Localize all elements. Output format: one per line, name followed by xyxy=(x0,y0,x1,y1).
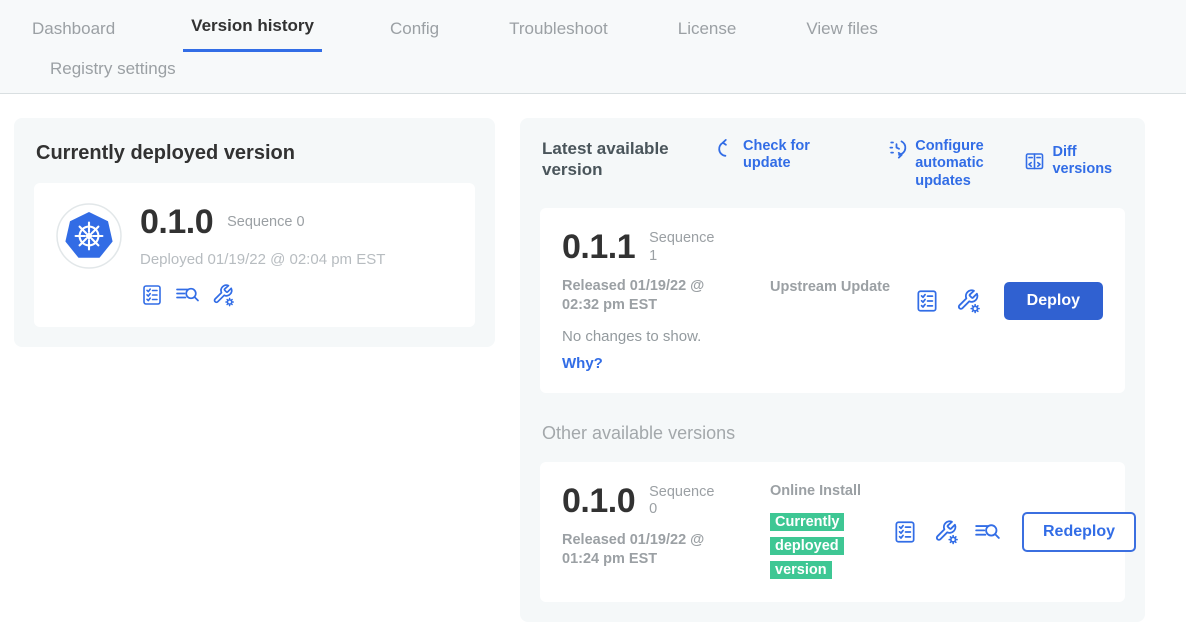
configure-automatic-updates-link[interactable]: Configure automatic updates xyxy=(888,138,1024,190)
why-link[interactable]: Why? xyxy=(562,355,603,372)
latest-version-number: 0.1.1 xyxy=(562,228,635,267)
changes-note: No changes to show. xyxy=(562,328,770,345)
edit-config-icon[interactable] xyxy=(955,288,981,314)
latest-version-row: 0.1.1 Sequence 1 Released 01/19/22 @ 02:… xyxy=(540,208,1125,393)
deployed-sequence-label: Sequence 0 xyxy=(227,214,304,231)
diff-versions-label: Diff versions xyxy=(1052,144,1125,179)
tab-dashboard[interactable]: Dashboard xyxy=(30,19,117,52)
latest-released-timestamp: Released 01/19/22 @ 02:32 pm EST xyxy=(562,277,742,315)
deploy-logs-icon[interactable] xyxy=(175,283,200,307)
diff-icon xyxy=(1024,151,1045,172)
check-for-update-link[interactable]: Check for update xyxy=(716,138,842,173)
other-version-actions: Redeploy xyxy=(892,512,1136,552)
preflight-checks-icon[interactable] xyxy=(914,288,940,314)
header-actions: Check for update Configure automatic upd… xyxy=(716,138,1125,190)
currently-deployed-badge-wrap: Currently deployed version xyxy=(770,510,862,582)
diff-versions-link[interactable]: Diff versions xyxy=(1024,144,1125,179)
latest-available-title: Latest available version xyxy=(542,138,684,181)
deployed-timestamp: Deployed 01/19/22 @ 02:04 pm EST xyxy=(140,251,385,268)
schedule-update-icon xyxy=(888,138,908,159)
redeploy-button[interactable]: Redeploy xyxy=(1022,512,1136,552)
top-navigation: Dashboard Version history Config Trouble… xyxy=(0,0,1186,94)
refresh-icon xyxy=(716,138,736,159)
latest-sequence-label: Sequence 1 xyxy=(649,230,719,265)
nav-row-1: Dashboard Version history Config Trouble… xyxy=(30,16,1186,52)
tab-license[interactable]: License xyxy=(676,19,739,52)
configure-automatic-updates-label: Configure automatic updates xyxy=(915,138,1024,190)
tab-view-files[interactable]: View files xyxy=(804,19,880,52)
latest-source-column: Upstream Update xyxy=(770,228,892,373)
tab-troubleshoot[interactable]: Troubleshoot xyxy=(507,19,610,52)
latest-source-label: Upstream Update xyxy=(770,278,892,297)
currently-deployed-badge: Currently deployed version xyxy=(770,513,844,579)
currently-deployed-panel: Currently deployed version 0.1.0 Sequenc… xyxy=(14,118,495,347)
tab-config[interactable]: Config xyxy=(388,19,441,52)
other-sequence-label: Sequence 0 xyxy=(649,484,719,519)
other-released-timestamp: Released 01/19/22 @ 01:24 pm EST xyxy=(562,531,742,569)
other-versions-title: Other available versions xyxy=(542,423,1125,444)
deploy-logs-icon[interactable] xyxy=(974,519,1001,545)
tab-registry-settings[interactable]: Registry settings xyxy=(48,59,178,79)
latest-version-info: 0.1.1 Sequence 1 Released 01/19/22 @ 02:… xyxy=(562,228,770,373)
latest-version-actions: Deploy xyxy=(914,282,1103,320)
other-source-column: Online Install Currently deployed versio… xyxy=(770,482,892,582)
deploy-button[interactable]: Deploy xyxy=(1004,282,1103,320)
check-for-update-label: Check for update xyxy=(743,138,842,173)
edit-config-icon[interactable] xyxy=(211,283,235,307)
kubernetes-logo xyxy=(56,203,122,269)
main-content: Currently deployed version 0.1.0 Sequenc… xyxy=(0,94,1186,622)
deployed-version-card: 0.1.0 Sequence 0 Deployed 01/19/22 @ 02:… xyxy=(34,183,475,327)
preflight-checks-icon[interactable] xyxy=(140,283,164,307)
latest-available-header: Latest available version Check for updat… xyxy=(540,138,1125,190)
currently-deployed-title: Currently deployed version xyxy=(36,142,475,165)
preflight-checks-icon[interactable] xyxy=(892,519,918,545)
tab-version-history[interactable]: Version history xyxy=(183,16,322,52)
deployed-version-info: 0.1.0 Sequence 0 Deployed 01/19/22 @ 02:… xyxy=(140,203,385,307)
deployed-version-number: 0.1.0 xyxy=(140,203,213,242)
nav-row-2: Registry settings xyxy=(30,52,1186,93)
latest-available-panel: Latest available version Check for updat… xyxy=(520,118,1145,622)
edit-config-icon[interactable] xyxy=(933,519,959,545)
other-source-label: Online Install xyxy=(770,482,892,501)
other-version-row: 0.1.0 Sequence 0 Released 01/19/22 @ 01:… xyxy=(540,462,1125,602)
other-version-number: 0.1.0 xyxy=(562,482,635,521)
other-version-info: 0.1.0 Sequence 0 Released 01/19/22 @ 01:… xyxy=(562,482,770,582)
